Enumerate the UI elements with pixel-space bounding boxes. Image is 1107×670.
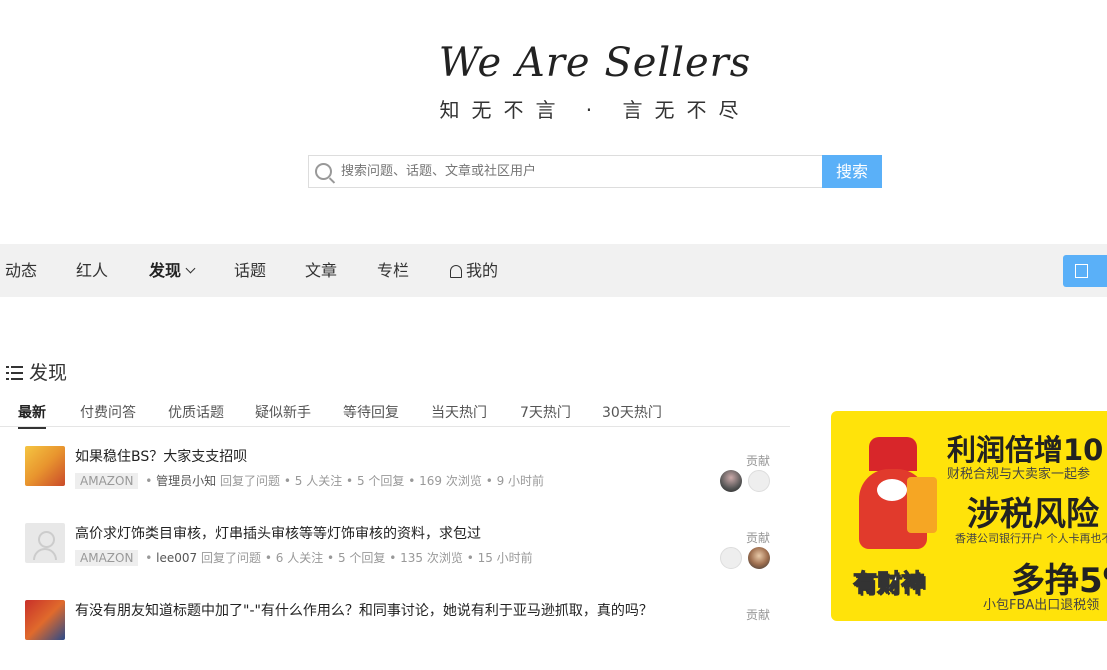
nav-item-topics[interactable]: 话题 <box>234 244 266 297</box>
publish-button[interactable] <box>1063 255 1107 287</box>
search-icon <box>315 163 332 180</box>
contributors-label: 贡献 <box>746 454 771 468</box>
meta-sep: • <box>466 551 478 565</box>
meta-views: 169 次浏览 <box>419 474 482 488</box>
question-item: 有没有朋友知道标题中加了"-"有什么作用么？和同事讨论，她说有利于亚马逊抓取，真… <box>0 600 790 670</box>
nav-item-stars[interactable]: 红人 <box>76 244 108 297</box>
mascot-illustration: 有财神 <box>853 437 937 598</box>
main-nav: 动态 红人 发现 话题 文章 专栏 我的 <box>0 244 1107 297</box>
ad-headline-2: 涉税风险 <box>967 494 1099 533</box>
meta-sep: • <box>346 474 357 488</box>
nav-discover-label: 发现 <box>149 261 182 280</box>
topic-tag[interactable]: AMAZON <box>75 473 139 489</box>
contributors-label: 贡献 <box>746 531 771 545</box>
page-title-label: 发现 <box>29 362 68 384</box>
nav-item-discover[interactable]: 发现 <box>149 244 196 297</box>
tab-awaiting-reply[interactable]: 等待回复 <box>343 402 399 422</box>
meta-sep: • <box>264 551 276 565</box>
nav-mine-label: 我的 <box>466 261 499 280</box>
contributor-avatar[interactable] <box>720 547 742 569</box>
tab-newbie[interactable]: 疑似新手 <box>255 402 311 422</box>
ad-subline-2: 香港公司银行开户 个人卡再也不 <box>955 532 1107 545</box>
tab-hot-30days[interactable]: 30天热门 <box>602 402 662 422</box>
contributor-avatar[interactable] <box>748 547 770 569</box>
contributor-avatar[interactable] <box>720 470 742 492</box>
question-meta: AMAZON • lee007 回复了问题 • 6 人关注 • 5 个回复 • … <box>75 549 533 566</box>
avatar[interactable] <box>25 446 65 486</box>
nav-item-feed[interactable]: 动态 <box>5 244 37 297</box>
mascot-text: 有财神 <box>853 569 926 598</box>
logo-slogan: 知无不言 · 言无不尽 <box>439 98 751 122</box>
meta-time: 9 小时前 <box>496 474 545 488</box>
tab-quality-topics[interactable]: 优质话题 <box>168 402 224 422</box>
meta-sep: • <box>389 551 401 565</box>
edit-icon <box>1075 264 1088 278</box>
ad-subline-3: 小包FBA出口退税领 <box>983 598 1100 613</box>
meta-sep: • <box>408 474 420 488</box>
logo-title: We Are Sellers <box>438 40 752 86</box>
tab-hot-7days[interactable]: 7天热门 <box>520 402 571 422</box>
question-item: 高价求灯饰类目审核，灯串插头审核等等灯饰审核的资料，求包过 AMAZON • l… <box>0 523 790 593</box>
bell-icon <box>450 265 462 278</box>
search-button[interactable]: 搜索 <box>822 155 882 188</box>
meta-action: 回复了问题 <box>220 474 281 488</box>
meta-sep: • <box>145 474 157 488</box>
tab-hot-today[interactable]: 当天热门 <box>431 402 487 422</box>
mascot-hat <box>869 437 917 471</box>
avatar[interactable] <box>25 523 65 563</box>
meta-time: 15 小时前 <box>477 551 533 565</box>
nav-item-articles[interactable]: 文章 <box>305 244 337 297</box>
meta-sep: • <box>283 474 295 488</box>
avatar[interactable] <box>25 600 65 640</box>
chevron-down-icon <box>185 263 196 274</box>
search-bar: 搜索 <box>308 155 882 188</box>
meta-replies: 5 个回复 <box>337 551 386 565</box>
site-logo[interactable]: We Are Sellers 知无不言 · 言无不尽 <box>0 40 1107 123</box>
meta-replies: 5 个回复 <box>356 474 405 488</box>
question-meta: AMAZON • 管理员小知 回复了问题 • 5 人关注 • 5 个回复 • 1… <box>75 472 544 489</box>
meta-sep: • <box>485 474 497 488</box>
page-title: 发现 <box>6 358 67 385</box>
nav-item-columns[interactable]: 专栏 <box>377 244 409 297</box>
topic-tag[interactable]: AMAZON <box>75 550 139 566</box>
question-title[interactable]: 有没有朋友知道标题中加了"-"有什么作用么？和同事讨论，她说有利于亚马逊抓取，真… <box>75 600 653 620</box>
question-title[interactable]: 如果稳住BS？大家支支招呗 <box>75 446 247 466</box>
search-input[interactable] <box>341 156 811 187</box>
meta-sep: • <box>145 551 157 565</box>
nav-item-mine[interactable]: 我的 <box>450 244 498 297</box>
tab-latest[interactable]: 最新 <box>18 402 46 429</box>
ad-subline: 财税合规与大卖家一起参 <box>947 467 1091 482</box>
question-title[interactable]: 高价求灯饰类目审核，灯串插头审核等等灯饰审核的资料，求包过 <box>75 523 481 543</box>
tab-paid-qa[interactable]: 付费问答 <box>80 402 136 422</box>
meta-sep: • <box>327 551 338 565</box>
contributor-avatar[interactable] <box>748 470 770 492</box>
meta-views: 135 次浏览 <box>400 551 463 565</box>
list-icon <box>6 366 23 380</box>
discover-tabs: 最新 付费问答 优质话题 疑似新手 等待回复 当天热门 7天热门 30天热门 <box>0 396 790 429</box>
user-link[interactable]: lee007 <box>156 551 197 565</box>
mascot-face <box>877 479 907 501</box>
meta-follows: 6 人关注 <box>275 551 324 565</box>
question-item: 如果稳住BS？大家支支招呗 AMAZON • 管理员小知 回复了问题 • 5 人… <box>0 446 790 516</box>
meta-follows: 5 人关注 <box>294 474 343 488</box>
meta-action: 回复了问题 <box>201 551 262 565</box>
mascot-gold <box>907 477 937 533</box>
ad-banner[interactable]: 有财神 利润倍增10 财税合规与大卖家一起参 涉税风险 香港公司银行开户 个人卡… <box>831 411 1107 621</box>
search-field[interactable] <box>308 155 823 188</box>
user-link[interactable]: 管理员小知 <box>156 474 216 488</box>
